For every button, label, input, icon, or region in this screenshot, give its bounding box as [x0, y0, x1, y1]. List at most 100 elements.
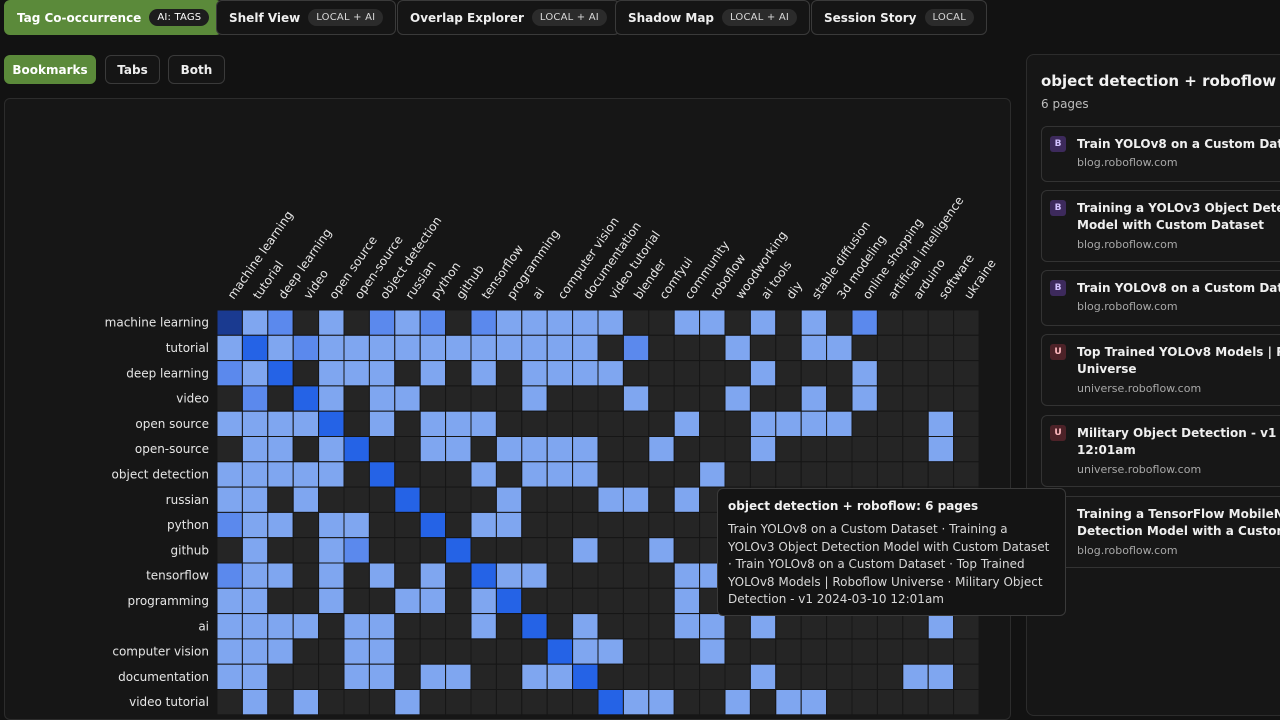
heatmap-cell[interactable]: [673, 638, 701, 665]
heatmap-cell[interactable]: [724, 638, 751, 665]
heatmap-cell[interactable]: [572, 309, 599, 336]
heatmap-cell[interactable]: [622, 334, 650, 362]
heatmap-cell[interactable]: [800, 436, 828, 463]
heatmap-cell[interactable]: [775, 613, 802, 640]
heatmap-cell[interactable]: [546, 385, 574, 412]
heatmap-cell[interactable]: [953, 309, 980, 336]
heatmap-cell[interactable]: [521, 663, 548, 691]
heatmap-cell[interactable]: [699, 385, 726, 412]
heatmap-cell[interactable]: [470, 410, 497, 438]
heatmap-cell[interactable]: [470, 385, 497, 412]
heatmap-cell[interactable]: [216, 562, 243, 589]
heatmap-cell[interactable]: [394, 537, 421, 564]
heatmap-cell[interactable]: [368, 436, 396, 463]
heatmap-cell[interactable]: [597, 436, 624, 463]
heatmap-cell[interactable]: [851, 638, 878, 665]
heatmap-cell[interactable]: [572, 436, 599, 463]
heatmap-cell[interactable]: [368, 486, 396, 513]
heatmap-cell[interactable]: [368, 410, 396, 438]
heatmap-cell[interactable]: [597, 638, 624, 665]
heatmap-cell[interactable]: [216, 537, 243, 564]
heatmap-cell[interactable]: [343, 410, 370, 438]
heatmap-cell[interactable]: [267, 663, 294, 691]
heatmap-cell[interactable]: [394, 638, 421, 665]
heatmap-cell[interactable]: [521, 613, 548, 640]
heatmap-cell[interactable]: [597, 587, 624, 615]
heatmap-cell[interactable]: [572, 360, 599, 387]
heatmap-cell[interactable]: [318, 309, 345, 336]
heatmap-cell[interactable]: [267, 436, 294, 463]
heatmap-cell[interactable]: [419, 511, 447, 539]
heatmap-cell[interactable]: [597, 562, 624, 589]
heatmap-cell[interactable]: [927, 334, 955, 362]
heatmap-cell[interactable]: [622, 587, 650, 615]
heatmap-cell[interactable]: [648, 663, 675, 691]
heatmap-cell[interactable]: [546, 511, 574, 539]
heatmap-cell[interactable]: [953, 334, 980, 362]
heatmap-cell[interactable]: [673, 410, 701, 438]
heatmap-cell[interactable]: [470, 587, 497, 615]
heatmap-cell[interactable]: [800, 613, 828, 640]
heatmap-cell[interactable]: [902, 360, 929, 387]
heatmap-cell[interactable]: [521, 689, 548, 716]
heatmap-cell[interactable]: [292, 410, 320, 438]
heatmap-cell[interactable]: [800, 309, 828, 336]
heatmap-cell[interactable]: [749, 360, 777, 387]
heatmap-cell[interactable]: [394, 309, 421, 336]
heatmap-cell[interactable]: [318, 436, 345, 463]
heatmap-cell[interactable]: [368, 360, 396, 387]
heatmap-cell[interactable]: [368, 334, 396, 362]
heatmap-cell[interactable]: [927, 309, 955, 336]
heatmap-cell[interactable]: [902, 461, 929, 488]
heatmap-cell[interactable]: [622, 663, 650, 691]
heatmap-cell[interactable]: [572, 486, 599, 513]
heatmap-cell[interactable]: [394, 461, 421, 488]
heatmap-cell[interactable]: [343, 511, 370, 539]
heatmap-cell[interactable]: [800, 689, 828, 716]
heatmap-cell[interactable]: [241, 309, 269, 336]
heatmap-cell[interactable]: [470, 360, 497, 387]
heatmap-cell[interactable]: [673, 309, 701, 336]
heatmap-cell[interactable]: [648, 461, 675, 488]
heatmap-cell[interactable]: [572, 613, 599, 640]
heatmap-cell[interactable]: [572, 461, 599, 488]
heatmap-cell[interactable]: [699, 410, 726, 438]
tab-tag-cooccurrence[interactable]: Tag Co-occurrence AI: TAGS: [4, 0, 223, 35]
heatmap-cell[interactable]: [368, 689, 396, 716]
heatmap-cell[interactable]: [572, 638, 599, 665]
heatmap-cell[interactable]: [343, 486, 370, 513]
heatmap-cell[interactable]: [241, 511, 269, 539]
heatmap-cell[interactable]: [521, 461, 548, 488]
heatmap-cell[interactable]: [572, 663, 599, 691]
heatmap-cell[interactable]: [927, 663, 955, 691]
heatmap-cell[interactable]: [445, 334, 472, 362]
heatmap-cell[interactable]: [876, 461, 904, 488]
heatmap-cell[interactable]: [724, 385, 751, 412]
heatmap-cell[interactable]: [394, 587, 421, 615]
heatmap-cell[interactable]: [445, 511, 472, 539]
heatmap-cell[interactable]: [673, 689, 701, 716]
heatmap-cell[interactable]: [876, 334, 904, 362]
heatmap-cell[interactable]: [546, 486, 574, 513]
heatmap-cell[interactable]: [775, 309, 802, 336]
heatmap-cell[interactable]: [292, 613, 320, 640]
heatmap-cell[interactable]: [648, 638, 675, 665]
heatmap-cell[interactable]: [368, 385, 396, 412]
heatmap-cell[interactable]: [648, 436, 675, 463]
heatmap-cell[interactable]: [953, 410, 980, 438]
heatmap-cell[interactable]: [521, 511, 548, 539]
heatmap-cell[interactable]: [216, 511, 243, 539]
heatmap-cell[interactable]: [241, 613, 269, 640]
heatmap-cell[interactable]: [216, 486, 243, 513]
heatmap-cell[interactable]: [902, 309, 929, 336]
heatmap-cell[interactable]: [927, 689, 955, 716]
heatmap-cell[interactable]: [648, 587, 675, 615]
heatmap-cell[interactable]: [419, 436, 447, 463]
heatmap-cell[interactable]: [267, 587, 294, 615]
heatmap-cell[interactable]: [419, 638, 447, 665]
heatmap-cell[interactable]: [521, 309, 548, 336]
heatmap-cell[interactable]: [419, 410, 447, 438]
heatmap-cell[interactable]: [368, 461, 396, 488]
heatmap-cell[interactable]: [292, 360, 320, 387]
heatmap-cell[interactable]: [724, 663, 751, 691]
